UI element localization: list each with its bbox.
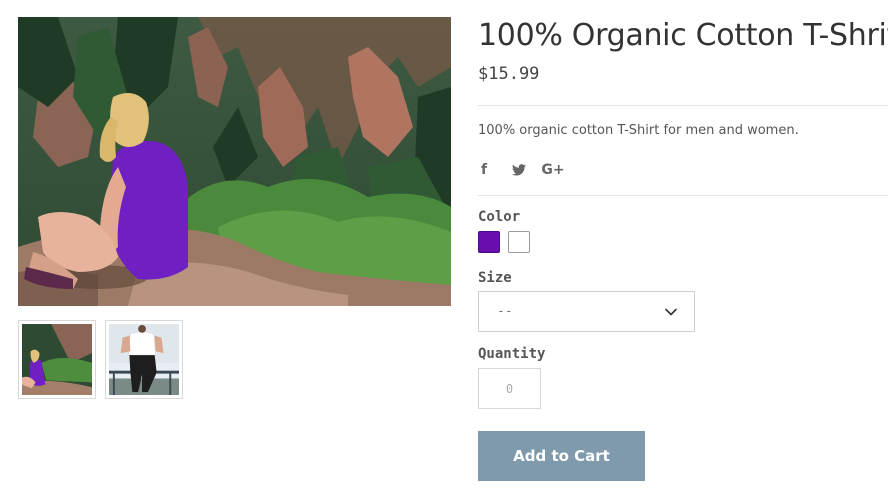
twitter-icon[interactable] [511,158,527,182]
thumbnail-2[interactable] [105,320,183,399]
divider [478,195,888,196]
google-plus-icon[interactable]: G+ [541,158,565,182]
color-swatch-purple[interactable] [478,231,500,253]
social-share: f G+ [478,158,565,182]
size-label: Size [478,270,512,286]
product-price: $15.99 [478,64,540,84]
quantity-label: Quantity [478,346,546,362]
thumbnail-1[interactable] [18,320,96,399]
quantity-input[interactable] [478,368,541,409]
color-label: Color [478,209,521,225]
size-selected-value: -- [497,304,513,319]
divider [478,105,888,106]
product-title: 100% Organic Cotton T-Shrit [478,18,888,53]
size-select[interactable]: -- [478,291,695,332]
product-description: 100% organic cotton T-Shirt for men and … [478,123,799,138]
add-to-cart-button[interactable]: Add to Cart [478,431,645,481]
color-swatch-white[interactable] [508,231,530,253]
product-main-image [18,17,451,306]
chevron-down-icon [665,308,677,316]
facebook-icon[interactable]: f [478,158,490,182]
